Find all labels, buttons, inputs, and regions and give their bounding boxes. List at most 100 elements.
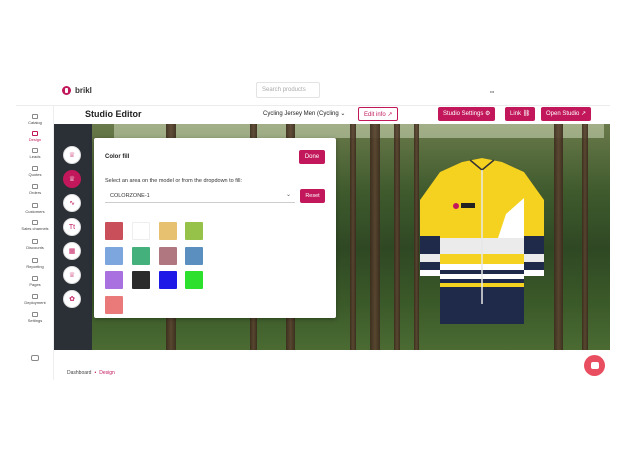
edit-info-button[interactable]: Edit info ↗: [358, 107, 399, 121]
color-swatch[interactable]: [185, 271, 203, 289]
color-swatch[interactable]: [185, 222, 203, 240]
open-studio-label: Open Studio: [546, 111, 580, 117]
sidebar-item-label: Design: [28, 137, 42, 142]
sidebar-item-label: Discounts: [26, 245, 44, 250]
design-canvas[interactable]: ♕ ♕ ∿ Tt ▦ ♕ ✿ Color fill Done Select an…: [54, 124, 610, 350]
pages-icon: [32, 276, 38, 281]
text-tool-button[interactable]: Tt: [63, 218, 81, 236]
breadcrumb-design: Design: [99, 370, 115, 376]
sidebar-item-label: Orders: [28, 190, 42, 195]
sidebar-item-quotes[interactable]: Quotes: [16, 166, 54, 177]
reset-button[interactable]: Reset: [300, 189, 325, 203]
color-swatch[interactable]: [132, 271, 150, 289]
sky-light: [114, 124, 604, 138]
tree-trunk: [350, 124, 356, 350]
breadcrumb: Dashboard • Design: [67, 370, 115, 376]
sidebar-item-label: Sales channels: [21, 226, 49, 231]
color-fill-panel: Color fill Done Select an area on the mo…: [94, 138, 336, 318]
design-icon: [32, 131, 38, 136]
search-input[interactable]: Search products: [256, 82, 320, 98]
chat-button[interactable]: [584, 355, 605, 376]
gear-icon: ⚙: [485, 111, 491, 117]
orders-icon: [32, 184, 38, 189]
logo-text: brikl: [75, 86, 92, 95]
color-swatch[interactable]: [159, 271, 177, 289]
breadcrumb-dashboard[interactable]: Dashboard: [67, 370, 91, 376]
panel-instruction: Select an area on the model or from the …: [105, 178, 242, 184]
sticker-tool-button[interactable]: ✿: [63, 290, 81, 308]
sidebar: Catalog Design Leads Quotes Orders Custo…: [16, 106, 54, 380]
quotes-icon: [32, 166, 38, 171]
leads-icon: [32, 148, 38, 153]
color-swatch[interactable]: [132, 222, 150, 240]
color-swatch[interactable]: [105, 222, 123, 240]
sidebar-item-label: Pages: [29, 282, 41, 287]
chevron-down-icon: ⌄: [340, 111, 346, 117]
link-button[interactable]: Link ⛓: [505, 107, 536, 121]
sidebar-item-label: Quotes: [28, 172, 42, 177]
user-menu[interactable]: •••: [490, 89, 494, 94]
deployment-icon: [32, 294, 38, 299]
color-swatch[interactable]: [185, 247, 203, 265]
sidebar-item-reporting[interactable]: Reporting: [16, 258, 54, 269]
colorzone-dropdown[interactable]: COLORZONE-1 ⌄: [105, 189, 295, 203]
link-icon: ⛓: [522, 111, 531, 117]
studio-settings-button[interactable]: Studio Settings ⚙: [438, 107, 496, 121]
reporting-icon: [32, 258, 38, 263]
jersey-tool-button[interactable]: ♕: [63, 146, 81, 164]
color-swatch[interactable]: [159, 222, 177, 240]
panel-title: Color fill: [105, 154, 130, 160]
image-tool-button[interactable]: ▦: [63, 242, 81, 260]
jersey-icon: ♕: [68, 152, 76, 159]
sidebar-item-label: Catalog: [28, 120, 42, 125]
text-icon: Tt: [68, 223, 76, 231]
discounts-icon: [32, 239, 38, 244]
sidebar-item-catalog[interactable]: Catalog: [16, 114, 54, 125]
sticker-icon: ✿: [69, 296, 75, 303]
tree-trunk: [582, 124, 588, 350]
color-fill-tool-button[interactable]: ♕: [63, 170, 81, 188]
tree-trunk: [394, 124, 400, 350]
sidebar-item-sales-channels[interactable]: Sales channels: [16, 220, 54, 231]
sidebar-item-settings[interactable]: Settings: [16, 312, 54, 323]
customers-icon: [32, 203, 38, 208]
color-swatch[interactable]: [105, 296, 123, 314]
sidebar-item-orders[interactable]: Orders: [16, 184, 54, 195]
sidebar-item-label: Customers: [25, 209, 45, 214]
catalog-icon: [32, 114, 38, 119]
done-button[interactable]: Done: [299, 150, 325, 164]
external-link-icon: ↗: [387, 112, 393, 118]
pattern-icon: ∿: [69, 200, 75, 207]
app-window: brikl Search products ••• Catalog Design…: [16, 74, 610, 380]
tool-strip: ♕ ♕ ∿ Tt ▦ ♕ ✿: [54, 124, 92, 350]
sales-channels-icon: [32, 220, 38, 225]
tree-trunk: [370, 124, 380, 350]
tree-trunk: [554, 124, 563, 350]
chat-icon: [590, 362, 599, 369]
sidebar-item-label: Reporting: [26, 264, 44, 269]
sidebar-item-design[interactable]: Design: [16, 131, 54, 142]
brand-logo[interactable]: brikl: [62, 86, 92, 95]
breadcrumb-separator: •: [94, 370, 97, 376]
pattern-tool-button[interactable]: ∿: [63, 194, 81, 212]
sidebar-item-leads[interactable]: Leads: [16, 148, 54, 159]
color-swatch[interactable]: [159, 247, 177, 265]
sidebar-item-deployment[interactable]: Deployment: [16, 294, 54, 305]
color-fill-icon: ♕: [68, 176, 76, 183]
sidebar-item-customers[interactable]: Customers: [16, 203, 54, 214]
color-swatch[interactable]: [105, 247, 123, 265]
edit-info-label: Edit info: [364, 112, 386, 118]
color-swatch[interactable]: [105, 271, 123, 289]
open-studio-button[interactable]: Open Studio ↗: [541, 107, 592, 121]
logo-tool-button[interactable]: ♕: [63, 266, 81, 284]
logo-icon: [62, 86, 71, 95]
jersey-3d-model[interactable]: [416, 154, 548, 330]
color-swatch[interactable]: [132, 247, 150, 265]
collapse-sidebar-icon[interactable]: [31, 355, 39, 361]
sidebar-item-discounts[interactable]: Discounts: [16, 239, 54, 250]
page-title: Studio Editor: [85, 109, 142, 119]
product-dropdown-value: Cycling Jersey Men (Cycling: [263, 111, 339, 117]
sidebar-item-pages[interactable]: Pages: [16, 276, 54, 287]
editor-header: Studio Editor Cycling Jersey Men (Cyclin…: [54, 106, 610, 124]
product-dropdown[interactable]: Cycling Jersey Men (Cycling ⌄: [263, 110, 345, 117]
